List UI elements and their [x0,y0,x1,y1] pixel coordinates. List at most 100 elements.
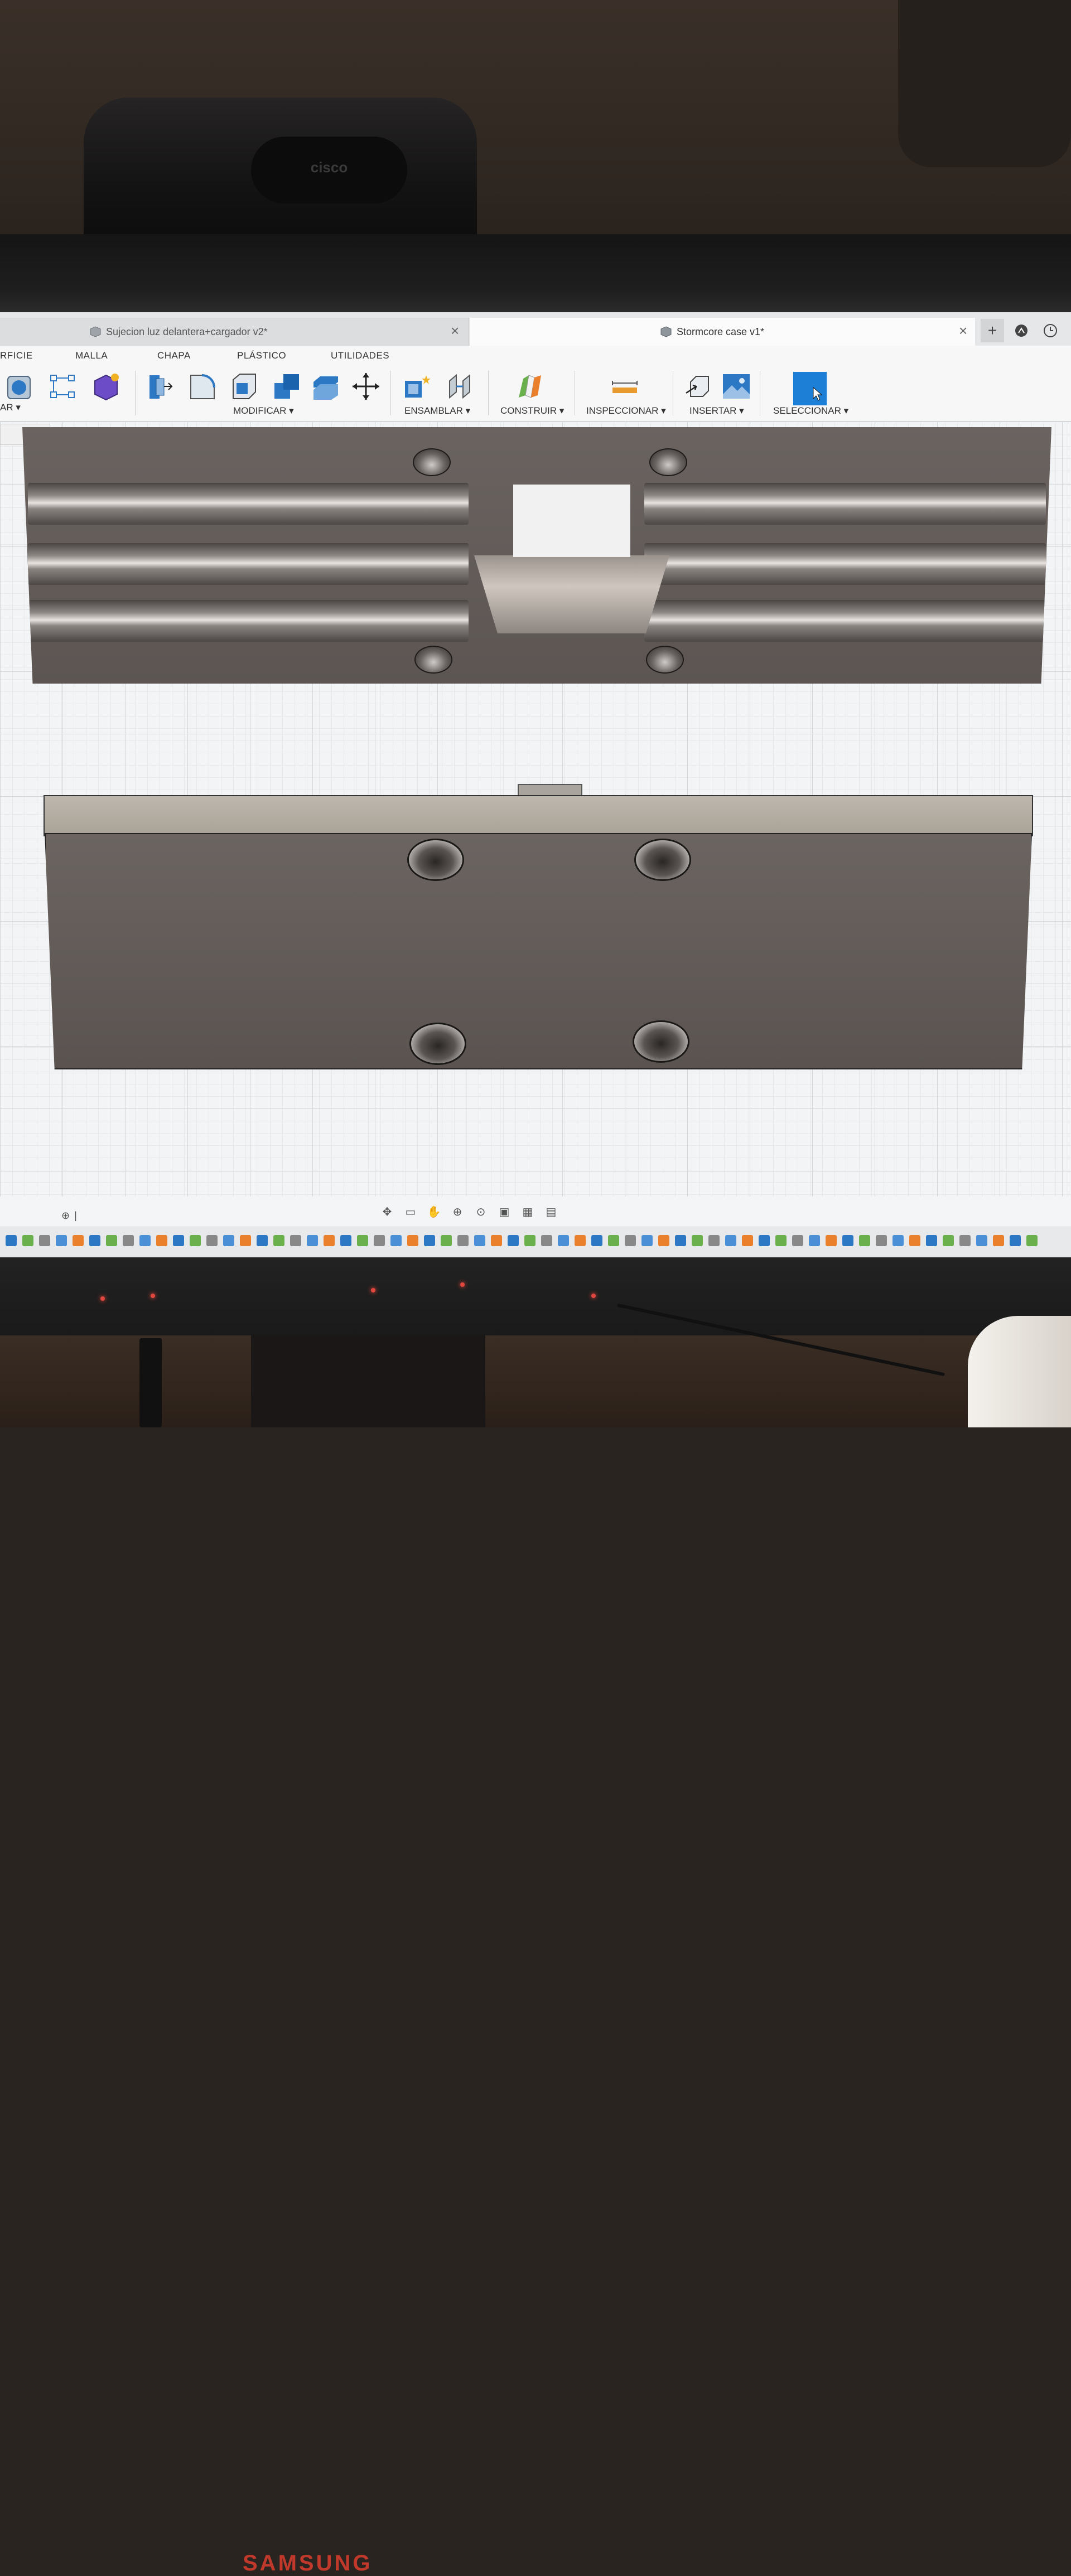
timeline-feature-icon[interactable] [591,1235,602,1246]
shell-icon[interactable] [229,371,260,402]
display-settings-icon[interactable]: ▣ [496,1205,512,1218]
tab-chapa[interactable]: CHAPA [157,350,191,361]
model-body-top[interactable] [22,427,1051,684]
timeline-feature-icon[interactable] [273,1235,284,1246]
create-form-icon[interactable] [90,371,122,402]
insert-image-icon[interactable] [721,371,752,402]
group-label-crear[interactable]: AR ▾ [0,402,21,413]
timeline-feature-icon[interactable] [976,1235,987,1246]
close-icon[interactable]: × [959,322,967,340]
timeline-feature-icon[interactable] [1026,1235,1038,1246]
timeline-feature-icon[interactable] [206,1235,218,1246]
construct-plane-icon[interactable] [514,371,546,402]
timeline-feature-icon[interactable] [541,1235,552,1246]
look-at-icon[interactable]: ▭ [403,1205,418,1218]
timeline-feature-icon[interactable] [675,1235,686,1246]
combine-icon[interactable] [271,371,302,402]
timeline-feature-icon[interactable] [575,1235,586,1246]
tab-malla[interactable]: MALLA [75,350,108,361]
timeline-feature-icon[interactable] [156,1235,167,1246]
plus-icon[interactable]: + [981,319,1004,342]
timeline-feature-icon[interactable] [708,1235,720,1246]
select-icon[interactable] [792,371,828,406]
timeline-feature-icon[interactable] [508,1235,519,1246]
timeline-feature-icon[interactable] [22,1235,33,1246]
document-tab-inactive[interactable]: Sujecion luz delantera+cargador v2* × [0,318,469,346]
timeline-feature-icon[interactable] [240,1235,251,1246]
timeline-feature-icon[interactable] [792,1235,803,1246]
fillet-icon[interactable] [186,371,218,402]
timeline-feature-icon[interactable] [73,1235,84,1246]
timeline-feature-icon[interactable] [340,1235,351,1246]
timeline-feature-icon[interactable] [106,1235,117,1246]
timeline-feature-icon[interactable] [876,1235,887,1246]
timeline-feature-icon[interactable] [959,1235,971,1246]
timeline-feature-icon[interactable] [809,1235,820,1246]
timeline-feature-icon[interactable] [859,1235,870,1246]
group-label-seleccionar[interactable]: SELECCIONAR ▾ [773,405,848,417]
timeline-feature-icon[interactable] [190,1235,201,1246]
model-body-bottom-lip[interactable] [44,795,1033,836]
timeline-feature-icon[interactable] [641,1235,653,1246]
group-label-ensamblar[interactable]: ENSAMBLAR ▾ [404,405,470,417]
group-label-construir[interactable]: CONSTRUIR ▾ [500,405,564,417]
zoom-window-icon[interactable]: ⊕ [450,1205,465,1218]
play-icon[interactable]: ⊕ [61,1210,70,1222]
move-icon[interactable] [350,371,382,402]
document-tab-active[interactable]: Stormcore case v1* × [470,318,975,346]
press-pull-icon[interactable] [144,371,175,402]
group-label-inspeccionar[interactable]: INSPECCIONAR ▾ [586,405,666,417]
timeline-feature-icon[interactable] [357,1235,368,1246]
sketch-icon[interactable] [47,371,79,402]
viewports-icon[interactable]: ▤ [543,1205,559,1218]
timeline-feature-icon[interactable] [893,1235,904,1246]
timeline-feature-icon[interactable] [742,1235,753,1246]
account-icon[interactable] [1010,319,1033,342]
timeline-feature-icon[interactable] [374,1235,385,1246]
timeline-feature-icon[interactable] [290,1235,301,1246]
timeline-marker-icon[interactable]: | [74,1210,77,1222]
timeline-feature-icon[interactable] [909,1235,920,1246]
timeline-feature-icon[interactable] [759,1235,770,1246]
timeline-feature-icon[interactable] [842,1235,853,1246]
timeline-feature-icon[interactable] [692,1235,703,1246]
timeline-feature-icon[interactable] [926,1235,937,1246]
timeline-feature-icon[interactable] [307,1235,318,1246]
tab-superficie[interactable]: RFICIE [0,350,33,361]
canvas-viewport[interactable] [0,422,1071,1197]
group-label-modificar[interactable]: MODIFICAR ▾ [233,405,294,417]
timeline-feature-icon[interactable] [826,1235,837,1246]
timeline-feature-icon[interactable] [139,1235,151,1246]
timeline-feature-icon[interactable] [424,1235,435,1246]
timeline-feature-icon[interactable] [223,1235,234,1246]
tab-plastico[interactable]: PLÁSTICO [237,350,286,361]
pan-icon[interactable]: ✋ [426,1205,442,1218]
measure-icon[interactable] [609,371,640,402]
tab-utilidades[interactable]: UTILIDADES [331,350,389,361]
orbit-icon[interactable]: ✥ [379,1205,395,1218]
group-label-insertar[interactable]: INSERTAR ▾ [689,405,744,417]
timeline-feature-icon[interactable] [257,1235,268,1246]
close-icon[interactable]: × [451,322,459,340]
timeline-feature-icon[interactable] [943,1235,954,1246]
form-icon[interactable] [4,371,36,402]
timeline-feature-icon[interactable] [474,1235,485,1246]
timeline-feature-icon[interactable] [407,1235,418,1246]
timeline-feature-icon[interactable] [558,1235,569,1246]
timeline-feature-icon[interactable] [457,1235,469,1246]
timeline-feature-icon[interactable] [775,1235,787,1246]
timeline-feature-icon[interactable] [625,1235,636,1246]
model-body-bottom[interactable] [45,833,1032,1069]
timeline-feature-icon[interactable] [39,1235,50,1246]
timeline-feature-icon[interactable] [441,1235,452,1246]
timeline-feature-icon[interactable] [123,1235,134,1246]
timeline-feature-icon[interactable] [608,1235,619,1246]
timeline-feature-icon[interactable] [89,1235,100,1246]
grid-icon[interactable]: ▦ [520,1205,536,1218]
insert-derive-icon[interactable] [683,371,714,402]
timeline-feature-icon[interactable] [993,1235,1004,1246]
timeline-feature-icon[interactable] [1010,1235,1021,1246]
clock-icon[interactable] [1039,319,1062,342]
timeline-feature-icon[interactable] [6,1235,17,1246]
joint-icon[interactable] [444,371,475,402]
